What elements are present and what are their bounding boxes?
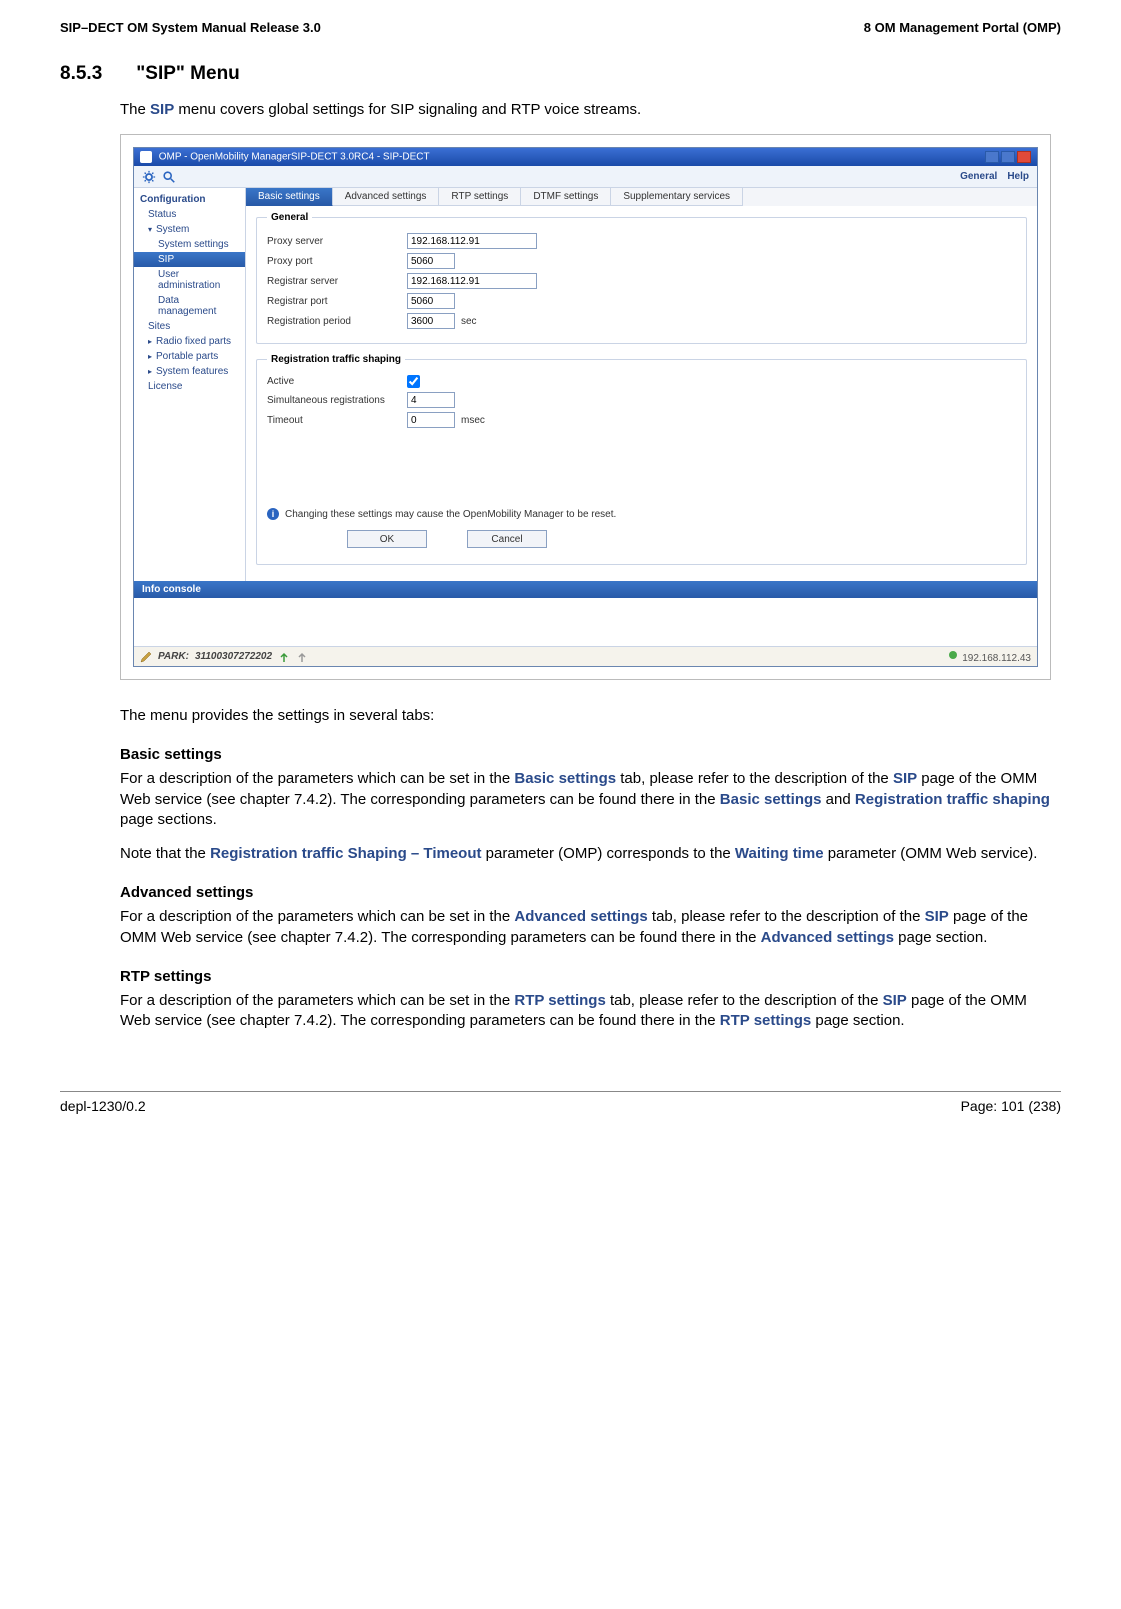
antenna-grey-icon xyxy=(296,651,308,663)
tab-supplementary-services[interactable]: Supplementary services xyxy=(611,188,743,206)
footer-left: depl-1230/0.2 xyxy=(60,1098,146,1114)
registrar-port-input[interactable] xyxy=(407,293,455,309)
proxy-port-input[interactable] xyxy=(407,253,455,269)
rtp-settings-para: For a description of the parameters whic… xyxy=(120,991,1051,1032)
help-link[interactable]: Help xyxy=(1007,171,1029,182)
sidebar-item-status[interactable]: Status xyxy=(134,207,245,222)
registrar-server-input[interactable] xyxy=(407,273,537,289)
footer-right: Page: 101 (238) xyxy=(961,1098,1061,1114)
sidebar-item-portable[interactable]: Portable parts xyxy=(134,349,245,364)
search-icon[interactable] xyxy=(162,170,176,184)
sidebar-item-license[interactable]: License xyxy=(134,379,245,394)
cancel-button[interactable]: Cancel xyxy=(467,530,547,548)
rts-simul-input[interactable] xyxy=(407,392,455,408)
menu-tabs-text: The menu provides the settings in severa… xyxy=(120,706,1051,726)
sidebar-header-configuration[interactable]: Configuration xyxy=(134,192,245,207)
sidebar-item-sys-features[interactable]: System features xyxy=(134,364,245,379)
sip-keyword: SIP xyxy=(150,101,174,118)
section-number: 8.5.3 xyxy=(60,63,102,85)
window-title: OMP - OpenMobility ManagerSIP-DECT 3.0RC… xyxy=(159,152,430,163)
minimize-button[interactable] xyxy=(985,151,999,163)
info-console-body xyxy=(134,598,1037,646)
intro-paragraph: The SIP menu covers global settings for … xyxy=(120,101,1051,118)
proxy-server-label: Proxy server xyxy=(267,236,407,247)
rts-legend: Registration traffic shaping xyxy=(267,354,405,365)
sidebar-item-sites[interactable]: Sites xyxy=(134,319,245,334)
sidebar-item-sip[interactable]: SIP xyxy=(134,252,245,267)
tab-advanced-settings[interactable]: Advanced settings xyxy=(333,188,440,206)
registration-period-input[interactable] xyxy=(407,313,455,329)
rts-active-label: Active xyxy=(267,376,407,387)
footer-rule xyxy=(60,1091,1061,1092)
sidebar-item-user-admin[interactable]: User administration xyxy=(134,267,245,293)
rts-active-checkbox[interactable] xyxy=(407,375,420,388)
registration-period-unit: sec xyxy=(461,316,477,327)
general-legend: General xyxy=(267,212,312,223)
sidebar-item-system[interactable]: System xyxy=(134,222,245,237)
advanced-settings-heading: Advanced settings xyxy=(120,884,1051,901)
advanced-settings-para: For a description of the parameters whic… xyxy=(120,907,1051,948)
rts-timeout-unit: msec xyxy=(461,415,485,426)
rtp-settings-heading: RTP settings xyxy=(120,968,1051,985)
basic-settings-para-2: Note that the Registration traffic Shapi… xyxy=(120,844,1051,864)
doc-header-left: SIP–DECT OM System Manual Release 3.0 xyxy=(60,20,321,35)
top-toolbar: General Help xyxy=(134,166,1037,188)
ok-button[interactable]: OK xyxy=(347,530,427,548)
registrar-port-label: Registrar port xyxy=(267,296,407,307)
rts-fieldset: Registration traffic shaping Active Simu… xyxy=(256,354,1027,565)
gear-icon[interactable] xyxy=(142,170,156,184)
proxy-server-input[interactable] xyxy=(407,233,537,249)
close-button[interactable] xyxy=(1017,151,1031,163)
omp-window: OMP - OpenMobility ManagerSIP-DECT 3.0RC… xyxy=(133,147,1038,667)
general-link[interactable]: General xyxy=(960,171,997,182)
antenna-green-icon xyxy=(278,651,290,663)
window-titlebar: OMP - OpenMobility ManagerSIP-DECT 3.0RC… xyxy=(134,148,1037,166)
basic-settings-heading: Basic settings xyxy=(120,746,1051,763)
network-icon xyxy=(947,649,959,661)
general-fieldset: General Proxy server Proxy port xyxy=(256,212,1027,344)
registration-period-label: Registration period xyxy=(267,316,407,327)
rts-simul-label: Simultaneous registrations xyxy=(267,395,407,406)
status-ip: 192.168.112.43 xyxy=(962,653,1031,664)
park-value: 31100307272202 xyxy=(195,651,272,662)
app-icon xyxy=(140,151,152,163)
sidebar-item-radio-fixed[interactable]: Radio fixed parts xyxy=(134,334,245,349)
info-icon: i xyxy=(267,508,279,520)
reset-warning-text: Changing these settings may cause the Op… xyxy=(285,509,616,520)
registrar-server-label: Registrar server xyxy=(267,276,407,287)
tab-bar: Basic settings Advanced settings RTP set… xyxy=(246,188,1037,206)
info-console-header[interactable]: Info console xyxy=(134,581,1037,598)
park-label: PARK: xyxy=(158,651,189,662)
rts-timeout-label: Timeout xyxy=(267,415,407,426)
sidebar-nav: Configuration Status System System setti… xyxy=(134,188,246,581)
rts-timeout-input[interactable] xyxy=(407,412,455,428)
tab-rtp-settings[interactable]: RTP settings xyxy=(439,188,521,206)
tab-basic-settings[interactable]: Basic settings xyxy=(246,188,333,206)
section-title: "SIP" Menu xyxy=(136,63,240,85)
sidebar-item-data-mgmt[interactable]: Data management xyxy=(134,293,245,319)
status-bar: PARK: 31100307272202 192.168.11 xyxy=(134,646,1037,666)
omp-screenshot-figure: OMP - OpenMobility ManagerSIP-DECT 3.0RC… xyxy=(120,134,1051,680)
pencil-icon xyxy=(140,651,152,663)
tab-dtmf-settings[interactable]: DTMF settings xyxy=(521,188,611,206)
sidebar-item-system-settings[interactable]: System settings xyxy=(134,237,245,252)
proxy-port-label: Proxy port xyxy=(267,256,407,267)
basic-settings-para-1: For a description of the parameters whic… xyxy=(120,769,1051,830)
maximize-button[interactable] xyxy=(1001,151,1015,163)
doc-header-right: 8 OM Management Portal (OMP) xyxy=(864,20,1061,35)
